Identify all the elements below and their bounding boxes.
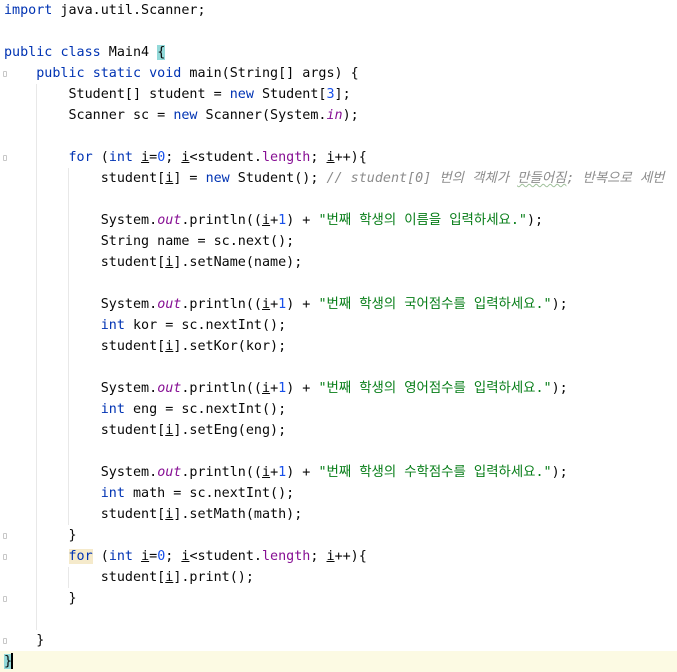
code-line[interactable]: public class Main4 {: [4, 42, 166, 63]
code-line[interactable]: for (int i=0; i<student.length; i++){: [4, 546, 367, 567]
code-line[interactable]: student[i].setMath(math);: [4, 504, 303, 525]
code-editor[interactable]: import java.util.Scanner; public class Ma…: [0, 0, 677, 672]
code-line[interactable]: public static void main(String[] args) {: [4, 63, 359, 84]
code-line[interactable]: System.out.println((i+1) + "번째 학생의 이름을 입…: [4, 210, 543, 231]
code-line[interactable]: String name = sc.next();: [4, 231, 295, 252]
code-line[interactable]: int math = sc.nextInt();: [4, 483, 295, 504]
code-line[interactable]: student[i].setName(name);: [4, 252, 303, 273]
code-line[interactable]: student[i].setKor(kor);: [4, 336, 286, 357]
code-line[interactable]: Scanner sc = new Scanner(System.in);: [4, 105, 358, 126]
code-line[interactable]: }: [4, 588, 76, 609]
text-caret: [11, 653, 14, 669]
code-line[interactable]: }: [4, 525, 76, 546]
code-line[interactable]: }: [4, 630, 44, 651]
code-line[interactable]: student[i].setEng(eng);: [4, 420, 286, 441]
code-line[interactable]: System.out.println((i+1) + "번째 학생의 수학점수를…: [4, 462, 568, 483]
code-line[interactable]: Student[] student = new Student[3];: [4, 84, 350, 105]
code-line[interactable]: int eng = sc.nextInt();: [4, 399, 286, 420]
code-line[interactable]: int kor = sc.nextInt();: [4, 315, 286, 336]
code-line[interactable]: import java.util.Scanner;: [4, 0, 206, 21]
code-line[interactable]: student[i] = new Student(); // student[0…: [4, 168, 665, 189]
code-line[interactable]: student[i].print();: [4, 567, 254, 588]
code-line[interactable]: System.out.println((i+1) + "번째 학생의 국어점수를…: [4, 294, 568, 315]
code-line[interactable]: System.out.println((i+1) + "번째 학생의 영어점수를…: [4, 378, 568, 399]
code-line[interactable]: for (int i=0; i<student.length; i++){: [4, 147, 367, 168]
